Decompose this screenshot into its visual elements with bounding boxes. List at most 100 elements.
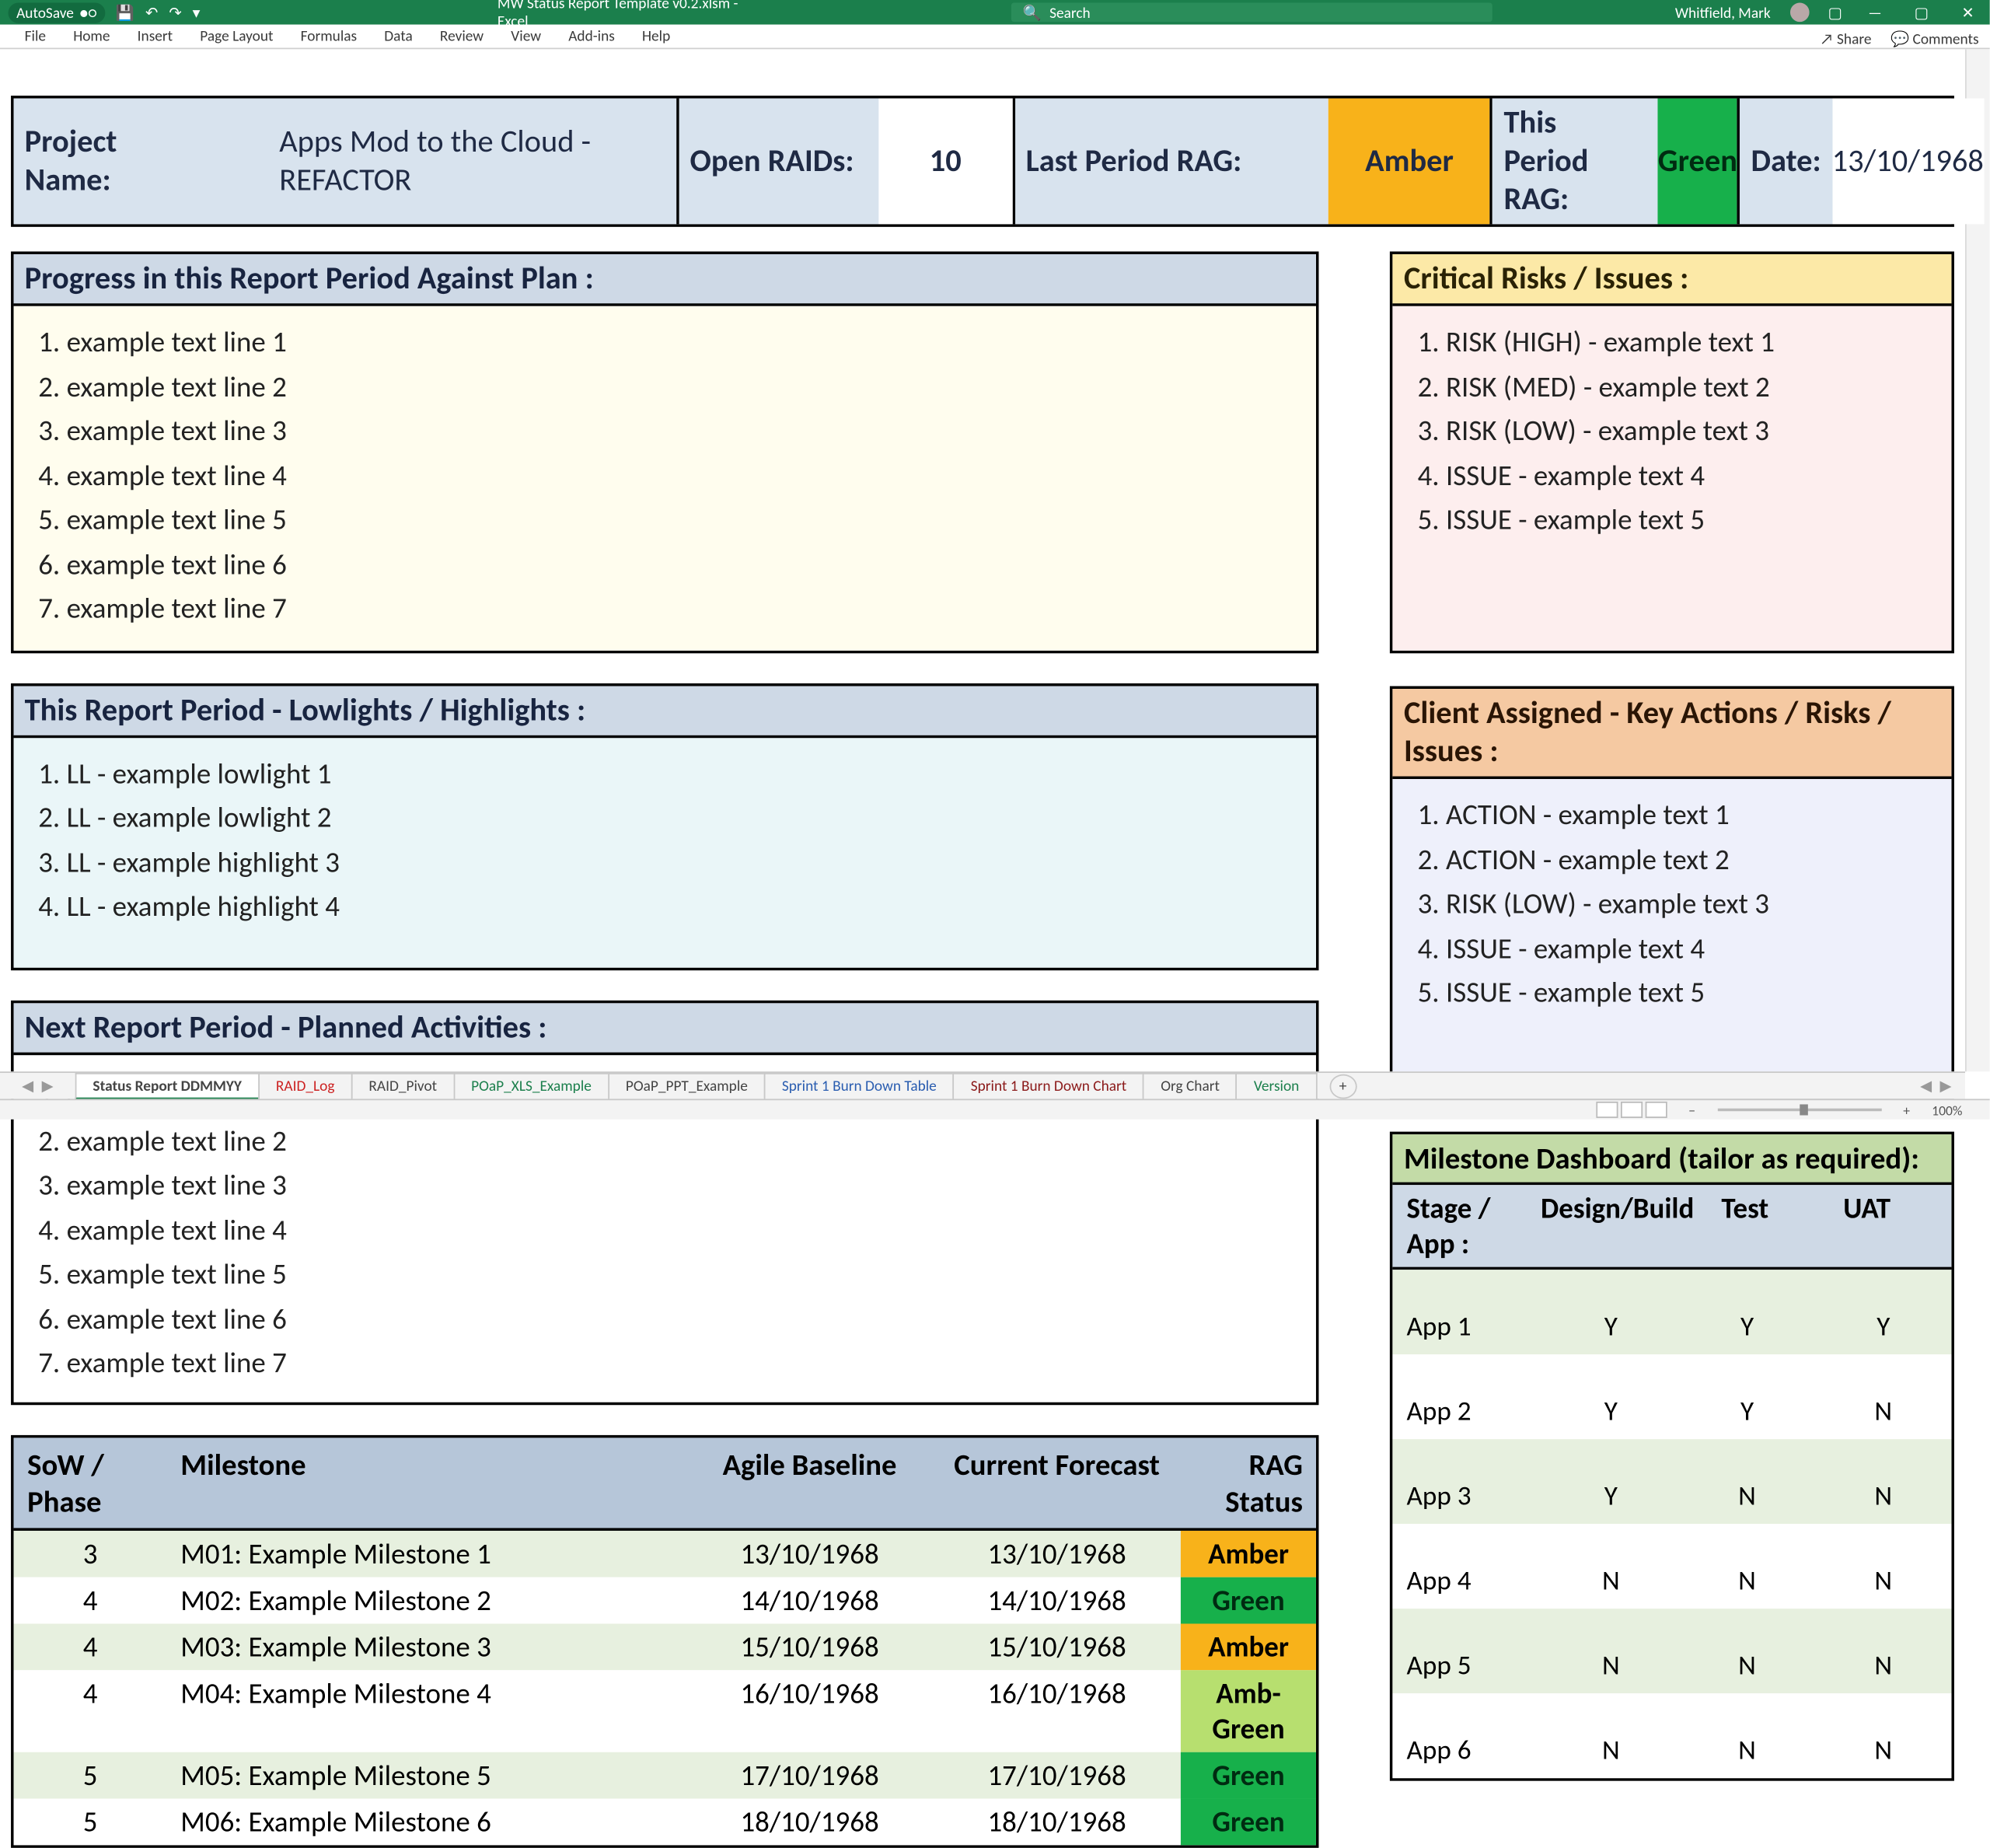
baseline-cell[interactable]: 14/10/1968 bbox=[686, 1577, 934, 1623]
list-item[interactable]: 2. example text line 2 bbox=[38, 365, 1292, 409]
forecast-cell[interactable]: 18/10/1968 bbox=[934, 1798, 1181, 1845]
tab-data[interactable]: Data bbox=[371, 25, 427, 48]
sheet-tab[interactable]: Sprint 1 Burn Down Chart bbox=[953, 1072, 1144, 1099]
tab-view[interactable]: View bbox=[498, 25, 555, 48]
project-name-cell[interactable]: Project Name: Apps Mod to the Cloud - RE… bbox=[14, 99, 679, 225]
list-item[interactable]: 2. ACTION - example text 2 bbox=[1418, 837, 1927, 882]
client-panel[interactable]: Client Assigned - Key Actions / Risks / … bbox=[1390, 686, 1954, 1099]
sow-cell[interactable]: 3 bbox=[14, 1531, 167, 1577]
risks-body[interactable]: 1. RISK (HIGH) - example text 12. RISK (… bbox=[1393, 306, 1951, 651]
table-row[interactable]: App 6NNN bbox=[1393, 1693, 1951, 1778]
forecast-cell[interactable]: 15/10/1968 bbox=[934, 1623, 1181, 1670]
table-row[interactable]: App 3YNN bbox=[1393, 1439, 1951, 1524]
worksheet[interactable]: Project Name: Apps Mod to the Cloud - RE… bbox=[0, 90, 1965, 1046]
dash-app-cell[interactable]: App 4 bbox=[1393, 1524, 1543, 1609]
list-item[interactable]: 6. example text line 6 bbox=[38, 1297, 1292, 1341]
zoom-in-icon[interactable]: + bbox=[1903, 1101, 1910, 1119]
milestone-cell[interactable]: M01: Example Milestone 1 bbox=[167, 1531, 686, 1577]
share-button[interactable]: ↗ Share bbox=[1821, 30, 1872, 48]
list-item[interactable]: 5. ISSUE - example text 5 bbox=[1418, 971, 1927, 1015]
sheet-tab[interactable]: RAID_Log bbox=[258, 1072, 352, 1099]
dash-app-cell[interactable]: App 6 bbox=[1393, 1693, 1543, 1778]
list-item[interactable]: 1. RISK (HIGH) - example text 1 bbox=[1418, 320, 1927, 364]
list-item[interactable]: 1. example text line 1 bbox=[38, 320, 1292, 364]
autosave-toggle[interactable]: AutoSave ●○ bbox=[9, 2, 105, 23]
tab-addins[interactable]: Add-ins bbox=[555, 25, 629, 48]
list-item[interactable]: 3. RISK (LOW) - example text 3 bbox=[1418, 882, 1927, 926]
view-page-layout-button[interactable] bbox=[1620, 1102, 1642, 1118]
table-row[interactable]: 4M03: Example Milestone 315/10/196815/10… bbox=[14, 1623, 1317, 1670]
rag-cell[interactable]: Amb-Green bbox=[1181, 1670, 1317, 1752]
dash-test-cell[interactable]: N bbox=[1679, 1524, 1815, 1609]
list-item[interactable]: 3. example text line 3 bbox=[38, 409, 1292, 453]
list-item[interactable]: 3. example text line 3 bbox=[38, 1163, 1292, 1207]
list-item[interactable]: 5. example text line 5 bbox=[38, 498, 1292, 542]
dash-uat-cell[interactable]: N bbox=[1815, 1439, 1951, 1524]
sow-cell[interactable]: 5 bbox=[14, 1798, 167, 1845]
dash-uat-cell[interactable]: N bbox=[1815, 1609, 1951, 1693]
dash-uat-cell[interactable]: N bbox=[1815, 1693, 1951, 1778]
sow-cell[interactable]: 5 bbox=[14, 1752, 167, 1798]
dash-uat-cell[interactable]: N bbox=[1815, 1354, 1951, 1439]
table-row[interactable]: 3M01: Example Milestone 113/10/196813/10… bbox=[14, 1531, 1317, 1577]
list-item[interactable]: 5. example text line 5 bbox=[38, 1252, 1292, 1297]
tab-help[interactable]: Help bbox=[628, 25, 683, 48]
redo-icon[interactable]: ↷ bbox=[169, 3, 181, 21]
baseline-cell[interactable]: 15/10/1968 bbox=[686, 1623, 934, 1670]
sheet-tab[interactable]: Status Report DDMMYY bbox=[75, 1072, 260, 1099]
list-item[interactable]: 4. ISSUE - example text 4 bbox=[1418, 453, 1927, 498]
sow-cell[interactable]: 4 bbox=[14, 1670, 167, 1752]
list-item[interactable]: 1. ACTION - example text 1 bbox=[1418, 793, 1927, 837]
lowhigh-body[interactable]: 1. LL - example lowlight 12. LL - exampl… bbox=[14, 738, 1317, 968]
baseline-cell[interactable]: 13/10/1968 bbox=[686, 1531, 934, 1577]
list-item[interactable]: 2. RISK (MED) - example text 2 bbox=[1418, 365, 1927, 409]
progress-body[interactable]: 1. example text line 12. example text li… bbox=[14, 306, 1317, 651]
dash-design-cell[interactable]: Y bbox=[1543, 1439, 1679, 1524]
table-row[interactable]: 5M05: Example Milestone 517/10/196817/10… bbox=[14, 1752, 1317, 1798]
sheet-tab[interactable]: Version bbox=[1236, 1072, 1317, 1099]
tab-nav-next-icon[interactable]: ▶ bbox=[42, 1077, 54, 1095]
table-row[interactable]: App 4NNN bbox=[1393, 1524, 1951, 1609]
list-item[interactable]: 4. LL - example highlight 4 bbox=[38, 885, 1292, 929]
list-item[interactable]: 2. example text line 2 bbox=[38, 1119, 1292, 1163]
table-row[interactable]: App 2YYN bbox=[1393, 1354, 1951, 1439]
dash-test-cell[interactable]: N bbox=[1679, 1439, 1815, 1524]
tab-review[interactable]: Review bbox=[426, 25, 497, 48]
forecast-cell[interactable]: 13/10/1968 bbox=[934, 1531, 1181, 1577]
comments-button[interactable]: 💬 Comments bbox=[1890, 30, 1979, 48]
sheet-tab[interactable]: POaP_PPT_Example bbox=[608, 1072, 766, 1099]
rag-cell[interactable]: Amber bbox=[1181, 1531, 1317, 1577]
table-row[interactable]: App 5NNN bbox=[1393, 1609, 1951, 1693]
dash-test-cell[interactable]: Y bbox=[1679, 1270, 1815, 1354]
maximize-button[interactable]: ▢ bbox=[1908, 3, 1935, 21]
baseline-cell[interactable]: 17/10/1968 bbox=[686, 1752, 934, 1798]
tab-insert[interactable]: Insert bbox=[124, 25, 187, 48]
view-normal-button[interactable] bbox=[1596, 1102, 1618, 1118]
dash-design-cell[interactable]: N bbox=[1543, 1524, 1679, 1609]
progress-panel[interactable]: Progress in this Report Period Against P… bbox=[11, 251, 1319, 653]
sheet-tab[interactable]: Org Chart bbox=[1143, 1072, 1237, 1099]
dash-test-cell[interactable]: Y bbox=[1679, 1354, 1815, 1439]
dash-test-cell[interactable]: N bbox=[1679, 1693, 1815, 1778]
hscroll-right-icon[interactable]: ▶ bbox=[1940, 1077, 1952, 1095]
list-item[interactable]: 3. RISK (LOW) - example text 3 bbox=[1418, 409, 1927, 453]
list-item[interactable]: 7. example text line 7 bbox=[38, 1341, 1292, 1385]
dash-design-cell[interactable]: Y bbox=[1543, 1270, 1679, 1354]
milestone-cell[interactable]: M06: Example Milestone 6 bbox=[167, 1798, 686, 1845]
milestone-cell[interactable]: M02: Example Milestone 2 bbox=[167, 1577, 686, 1623]
avatar[interactable] bbox=[1789, 3, 1809, 23]
rag-cell[interactable]: Green bbox=[1181, 1577, 1317, 1623]
baseline-cell[interactable]: 18/10/1968 bbox=[686, 1798, 934, 1845]
list-item[interactable]: 5. ISSUE - example text 5 bbox=[1418, 498, 1927, 542]
tab-file[interactable]: File bbox=[11, 25, 60, 48]
milestone-dashboard[interactable]: Milestone Dashboard (tailor as required)… bbox=[1390, 1132, 1954, 1781]
risks-panel[interactable]: Critical Risks / Issues : 1. RISK (HIGH)… bbox=[1390, 251, 1954, 653]
milestone-cell[interactable]: M04: Example Milestone 4 bbox=[167, 1670, 686, 1752]
dash-design-cell[interactable]: Y bbox=[1543, 1354, 1679, 1439]
list-item[interactable]: 1. LL - example lowlight 1 bbox=[38, 752, 1292, 796]
dash-app-cell[interactable]: App 3 bbox=[1393, 1439, 1543, 1524]
table-row[interactable]: 4M04: Example Milestone 416/10/196816/10… bbox=[14, 1670, 1317, 1752]
qat-dropdown-icon[interactable]: ▾ bbox=[193, 3, 201, 21]
list-item[interactable]: 6. example text line 6 bbox=[38, 542, 1292, 586]
tab-formulas[interactable]: Formulas bbox=[287, 25, 371, 48]
